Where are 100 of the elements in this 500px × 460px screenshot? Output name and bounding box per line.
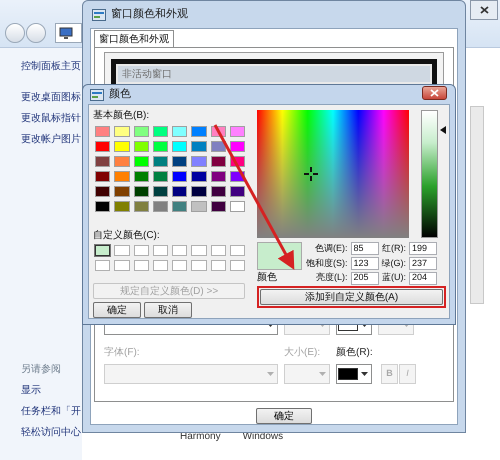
- input-field[interactable]: 85: [350, 242, 378, 256]
- color-swatch[interactable]: [152, 201, 168, 212]
- color-swatch[interactable]: [210, 156, 226, 167]
- field-label: 色调(E):: [314, 242, 348, 256]
- color-swatch[interactable]: [152, 186, 168, 197]
- color-swatch[interactable]: [95, 171, 110, 182]
- cancel-button[interactable]: 取消: [144, 302, 192, 318]
- color-swatch[interactable]: [134, 260, 149, 271]
- color-swatch[interactable]: [210, 201, 226, 212]
- color-swatch[interactable]: [95, 186, 110, 197]
- scrollbar[interactable]: [470, 106, 484, 304]
- color-swatch[interactable]: [172, 171, 188, 182]
- color-swatch[interactable]: [152, 171, 168, 182]
- color-swatch[interactable]: [114, 156, 130, 167]
- color-swatch[interactable]: [152, 156, 168, 167]
- color-swatch[interactable]: [191, 260, 206, 271]
- sidebar-link[interactable]: 更改桌面图标: [21, 90, 81, 105]
- color-swatch[interactable]: [114, 260, 130, 271]
- input-field[interactable]: 199: [409, 242, 437, 256]
- window-title: 窗口颜色和外观: [111, 6, 188, 22]
- close-icon: [430, 88, 439, 96]
- color-swatch[interactable]: [114, 186, 130, 197]
- color-swatch[interactable]: [172, 186, 188, 197]
- window-icon: [90, 88, 104, 100]
- color-swatch[interactable]: [191, 186, 206, 197]
- close-button[interactable]: [470, 0, 498, 20]
- color-swatch[interactable]: [95, 201, 110, 212]
- address-bar[interactable]: [55, 23, 82, 43]
- color-swatch[interactable]: [230, 141, 245, 152]
- color-swatch[interactable]: [134, 171, 149, 182]
- ok-button[interactable]: 确定: [256, 408, 312, 424]
- color-swatch[interactable]: [210, 171, 226, 182]
- sidebar-link[interactable]: 显示: [21, 383, 41, 398]
- forward-icon[interactable]: [26, 23, 46, 43]
- sidebar-link[interactable]: 控制面板主页: [21, 59, 81, 74]
- color-swatch[interactable]: [172, 201, 188, 212]
- color-swatch[interactable]: [210, 260, 226, 271]
- color-swatch[interactable]: [191, 141, 206, 152]
- color-swatch[interactable]: [230, 126, 245, 137]
- color-swatch[interactable]: [152, 245, 168, 256]
- color-swatch[interactable]: [114, 141, 130, 152]
- color-swatch[interactable]: [230, 186, 245, 197]
- color-swatch[interactable]: [172, 245, 188, 256]
- color-swatch[interactable]: [172, 260, 188, 271]
- sidebar-link[interactable]: 任务栏和「开: [21, 404, 81, 419]
- color-swatch[interactable]: [114, 245, 130, 256]
- color-swatch[interactable]: [95, 260, 110, 271]
- color-swatch[interactable]: [210, 186, 226, 197]
- color-picker-button[interactable]: [336, 364, 372, 384]
- color-swatch[interactable]: [210, 141, 226, 152]
- color-swatch[interactable]: [95, 245, 110, 256]
- color-swatch[interactable]: [114, 126, 130, 137]
- color-swatch[interactable]: [172, 126, 188, 137]
- color-swatch[interactable]: [134, 245, 149, 256]
- color-swatch[interactable]: [191, 171, 206, 182]
- color-swatch[interactable]: [191, 126, 206, 137]
- sidebar-link[interactable]: 更改帐户图片: [21, 132, 81, 147]
- color-swatch[interactable]: [95, 126, 110, 137]
- ok-button[interactable]: 确定: [93, 302, 141, 318]
- color-swatch[interactable]: [134, 141, 149, 152]
- input-field[interactable]: 237: [409, 256, 437, 270]
- color-swatch[interactable]: [230, 260, 245, 271]
- close-button[interactable]: [422, 86, 447, 100]
- color-swatch[interactable]: [134, 186, 149, 197]
- theme-name: Windows: [242, 430, 284, 444]
- custom-colors-label: 自定义颜色(C):: [93, 228, 161, 243]
- color-spectrum[interactable]: [257, 110, 409, 238]
- color-swatch[interactable]: [191, 201, 206, 212]
- color-swatch[interactable]: [134, 201, 149, 212]
- input-field[interactable]: 123: [350, 256, 378, 270]
- color-swatch[interactable]: [191, 245, 206, 256]
- color-swatch[interactable]: [114, 201, 130, 212]
- input-field[interactable]: 204: [409, 272, 437, 285]
- theme-name: Harmony: [180, 430, 221, 444]
- color-swatch[interactable]: [95, 156, 110, 167]
- luminance-bar[interactable]: [421, 110, 438, 238]
- color-label: 颜色(R):: [336, 346, 373, 360]
- tab[interactable]: 窗口颜色和外观: [94, 30, 174, 47]
- field-label: 饱和度(S):: [306, 256, 348, 270]
- color-swatch[interactable]: [172, 141, 188, 152]
- color-swatch[interactable]: [210, 245, 226, 256]
- color-swatch[interactable]: [230, 201, 245, 212]
- color-swatch[interactable]: [152, 141, 168, 152]
- color-swatch[interactable]: [134, 156, 149, 167]
- color-swatch[interactable]: [152, 126, 168, 137]
- color-swatch[interactable]: [230, 245, 245, 256]
- field-label: 蓝(U):: [382, 271, 406, 284]
- sidebar-link[interactable]: 轻松访问中心: [21, 425, 81, 440]
- add-to-custom-colors-button[interactable]: 添加到自定义颜色(A): [260, 289, 443, 305]
- color-swatch[interactable]: [152, 260, 168, 271]
- color-swatch[interactable]: [172, 156, 188, 167]
- color-swatch[interactable]: [134, 126, 149, 137]
- color-swatch[interactable]: [95, 141, 110, 152]
- color-swatch[interactable]: [191, 156, 206, 167]
- field-label: 亮度(L):: [315, 271, 348, 284]
- color-swatch[interactable]: [114, 171, 130, 182]
- back-icon[interactable]: [5, 23, 25, 43]
- slider-arrow-icon[interactable]: [440, 126, 446, 134]
- sidebar-link[interactable]: 更改鼠标指针: [21, 111, 81, 126]
- input-field[interactable]: 205: [350, 272, 378, 285]
